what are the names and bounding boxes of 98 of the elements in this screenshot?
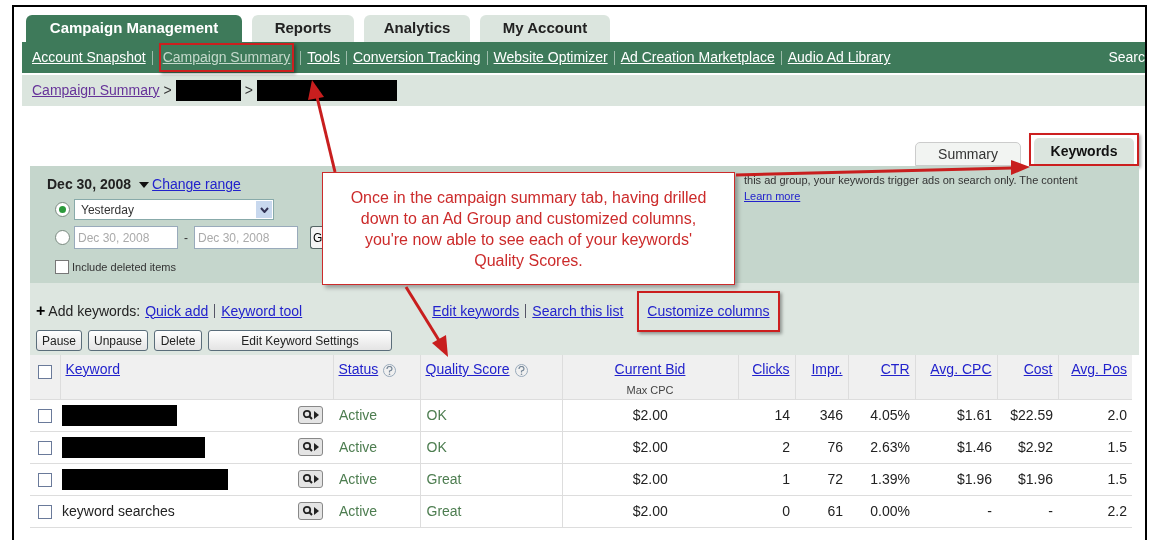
table-cell: 2.63%: [848, 431, 915, 463]
tab[interactable]: My Account: [480, 15, 610, 42]
table-cell: $22.59: [997, 399, 1058, 431]
table-cell: -: [915, 495, 997, 527]
table-cell: 2.0: [1058, 399, 1132, 431]
date-label: Dec 30, 2008: [47, 175, 132, 194]
quality-score-cell: Great: [420, 463, 562, 495]
status-cell: Active: [333, 431, 420, 463]
keyword-text: keyword searches: [62, 501, 175, 521]
learn-more-link[interactable]: Learn more: [744, 190, 801, 202]
tab[interactable]: Analytics: [364, 15, 470, 42]
radio-button[interactable]: [55, 230, 70, 245]
table-cell: $2.00: [562, 463, 738, 495]
action-button[interactable]: Edit Keyword Settings: [208, 330, 392, 351]
redaction-bar: [175, 80, 241, 101]
table-cell: 346: [795, 399, 848, 431]
table-cell: $2.00: [562, 399, 738, 431]
tab[interactable]: Summary: [915, 142, 1021, 166]
add-keywords-label: Add keywords:: [48, 301, 141, 321]
add-keyword-link[interactable]: Keyword tool: [221, 300, 303, 322]
column-header-link[interactable]: Avg. CPC: [930, 361, 992, 377]
breadcrumb-separator: >: [163, 81, 172, 100]
table-cell: 2.2: [1058, 495, 1132, 527]
column-header-link[interactable]: Impr.: [811, 361, 843, 377]
search-preview-icon[interactable]: [298, 502, 323, 520]
table-cell: $1.46: [915, 431, 997, 463]
checkbox[interactable]: [38, 408, 52, 423]
dash-text: -: [183, 229, 189, 247]
list-action-link[interactable]: Customize columns: [647, 300, 770, 322]
tab[interactable]: Campaign Management: [26, 15, 242, 42]
checkbox[interactable]: [55, 260, 69, 275]
column-header-link[interactable]: Cost: [1023, 361, 1053, 377]
table-cell: $2.00: [562, 431, 738, 463]
nav-link[interactable]: Ad Creation Marketplace: [620, 47, 775, 68]
table-cell: $2.92: [997, 431, 1058, 463]
table-cell: 2: [738, 431, 795, 463]
change-range-link[interactable]: Change range: [139, 174, 241, 195]
search-link[interactable]: Searc: [1108, 47, 1145, 68]
table-cell: 4.05%: [848, 399, 915, 431]
checkbox[interactable]: [38, 472, 52, 487]
list-action-link[interactable]: Search this list: [532, 300, 624, 322]
table-cell: 72: [795, 463, 848, 495]
plus-icon: +: [36, 299, 46, 323]
action-button[interactable]: Unpause: [88, 330, 148, 351]
quality-score-cell: OK: [420, 399, 562, 431]
search-preview-icon[interactable]: [298, 406, 323, 424]
checkbox-label: Include deleted items: [72, 260, 176, 275]
breadcrumb-link[interactable]: Campaign Summary: [32, 80, 160, 101]
nav-link[interactable]: Website Optimizer: [493, 47, 608, 68]
status-cell: Active: [333, 463, 420, 495]
column-header-link[interactable]: Avg. Pos: [1071, 361, 1127, 377]
column-header-link[interactable]: Quality Score: [425, 361, 510, 377]
add-keyword-link[interactable]: Quick add: [145, 300, 209, 322]
table-cell: 1.5: [1058, 463, 1132, 495]
search-preview-icon[interactable]: [298, 470, 323, 488]
table-cell: 1.39%: [848, 463, 915, 495]
nav-link[interactable]: Tools: [307, 47, 340, 68]
status-cell: Active: [333, 495, 420, 527]
notice-text: this ad group, your keywords trigger ads on search only. The content: [744, 173, 1078, 188]
column-sublabel: Max CPC: [625, 383, 675, 398]
caret-icon: [139, 181, 150, 188]
table-cell: 1.5: [1058, 431, 1132, 463]
table-cell: $1.96: [997, 463, 1058, 495]
column-header-link[interactable]: Status: [338, 361, 379, 377]
table-cell: 0: [738, 495, 795, 527]
column-header-link[interactable]: Clicks: [752, 361, 790, 377]
table-cell: 76: [795, 431, 848, 463]
tab[interactable]: Keywords: [1034, 138, 1134, 164]
table-cell: 0.00%: [848, 495, 915, 527]
breadcrumb-separator: >: [244, 81, 253, 100]
table-cell: $1.96: [915, 463, 997, 495]
callout-note: Once in the campaign summary tab, having drilled down to an Ad Group and customized columns, you're now able to see each of your keywords' Quality Scores.: [322, 172, 735, 285]
radio-button[interactable]: [55, 202, 70, 217]
table-cell: $2.00: [562, 495, 738, 527]
range-dropdown[interactable]: Yesterday: [74, 199, 274, 220]
column-header-link[interactable]: Current Bid: [614, 361, 686, 377]
table-cell: $1.61: [915, 399, 997, 431]
list-action-link[interactable]: Edit keywords: [432, 300, 520, 322]
nav-link[interactable]: Conversion Tracking: [352, 47, 481, 68]
quality-score-cell: Great: [420, 495, 562, 527]
table-cell: 61: [795, 495, 848, 527]
nav-link[interactable]: Campaign Summary: [162, 47, 291, 68]
search-preview-icon[interactable]: [298, 438, 323, 456]
status-cell: Active: [333, 399, 420, 431]
table-cell: 1: [738, 463, 795, 495]
action-button[interactable]: Pause: [36, 330, 82, 351]
quality-score-cell: OK: [420, 431, 562, 463]
nav-link[interactable]: Account Snapshot: [32, 47, 146, 68]
checkbox[interactable]: [38, 504, 52, 519]
action-button[interactable]: Delete: [154, 330, 202, 351]
table-cell: 14: [738, 399, 795, 431]
nav-link[interactable]: Audio Ad Library: [787, 47, 891, 68]
tab[interactable]: Reports: [252, 15, 354, 42]
checkbox[interactable]: [38, 365, 52, 380]
column-header-link[interactable]: Keyword: [65, 361, 120, 377]
table-cell: -: [997, 495, 1058, 527]
checkbox[interactable]: [38, 440, 52, 455]
column-header-link[interactable]: CTR: [880, 361, 910, 377]
